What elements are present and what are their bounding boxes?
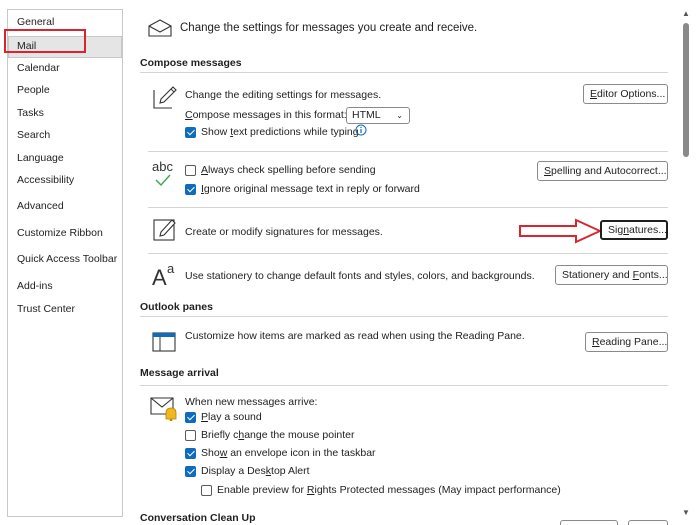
info-icon[interactable] [355,124,367,136]
spell-check-label: Always check spelling before sending [201,164,376,176]
editing-settings-text: Change the editing settings for messages… [185,89,382,101]
sidebar-item-search[interactable]: Search [17,128,50,142]
scroll-up-arrow-icon[interactable]: ▲ [680,9,692,19]
svg-text:A: A [152,265,167,288]
predictions-label: Show text predictions while typing [201,126,359,138]
sidebar-item-accessibility[interactable]: Accessibility [17,173,74,187]
envelope-icon-checkbox[interactable] [185,448,196,459]
pen-edit-icon [153,86,177,109]
spell-check-checkbox[interactable] [185,165,196,176]
sidebar-item-calendar[interactable]: Calendar [17,61,60,75]
scrollbar-thumb[interactable] [683,23,689,157]
section-divider [140,72,668,73]
section-title-outlook-panes: Outlook panes [140,301,213,313]
when-new-messages-text: When new messages arrive: [185,396,318,408]
section-title-message-arrival: Message arrival [140,367,219,379]
sidebar-item-trust-center[interactable]: Trust Center [17,302,75,316]
section-divider [140,385,668,386]
envelope-icon [148,19,172,37]
cleanup-button-partial[interactable] [628,520,668,525]
sidebar-item-tasks[interactable]: Tasks [17,106,44,120]
vertical-scrollbar[interactable]: ▲ ▼ [680,9,692,518]
envelope-icon-label: Show an envelope icon in the taskbar [201,447,376,459]
signature-icon [153,219,176,241]
signature-text: Create or modify signatures for messages… [185,226,383,238]
header-row: Change the settings for messages you cre… [148,16,477,40]
cleanup-button-partial[interactable] [560,520,618,525]
checkmark-icon [155,174,171,186]
mouse-pointer-label: Briefly change the mouse pointer [201,429,355,441]
rights-protected-checkbox[interactable] [201,485,212,496]
mail-options-panel: Change the settings for messages you cre… [130,0,682,525]
rights-protected-label: Enable preview for Rights Protected mess… [217,484,561,496]
svg-text:a: a [167,261,175,276]
stationery-text: Use stationery to change default fonts a… [185,270,535,282]
predictions-checkbox[interactable] [185,127,196,138]
abc-check-icon: abc [152,159,173,174]
scroll-down-arrow-icon[interactable]: ▼ [680,508,692,518]
stationery-icon: A a [152,261,175,288]
format-label-hotkey: C [185,109,193,121]
section-divider [148,207,668,208]
chevron-down-icon: ⌄ [396,111,403,120]
compose-format-select[interactable]: HTML ⌄ [346,107,410,124]
ignore-original-checkbox[interactable] [185,184,196,195]
spelling-autocorrect-button[interactable]: Spelling and Autocorrect... [537,161,668,181]
sidebar-item-language[interactable]: Language [17,151,64,165]
mouse-pointer-checkbox[interactable] [185,430,196,441]
ignore-original-label: Ignore original message text in reply or… [201,183,420,195]
section-title-conversation-cleanup: Conversation Clean Up [140,512,256,524]
envelope-bell-icon [150,397,177,421]
sidebar-item-general[interactable]: General [17,15,54,29]
red-arrow-icon [519,218,602,244]
sidebar-item-people[interactable]: People [17,83,50,97]
format-label-rest: ompose messages in this format: [192,109,347,121]
sidebar-item-add-ins[interactable]: Add-ins [17,279,53,293]
annotation-highlight-box [4,29,86,53]
reading-pane-button[interactable]: Reading Pane... [585,332,668,352]
section-divider [148,253,668,254]
sidebar-item-quick-access-toolbar[interactable]: Quick Access Toolbar [17,252,117,266]
play-sound-checkbox[interactable] [185,412,196,423]
play-sound-label: Play a sound [201,411,262,423]
reading-pane-text: Customize how items are marked as read w… [185,330,525,342]
sidebar-item-customize-ribbon[interactable]: Customize Ribbon [17,226,103,240]
signatures-button[interactable]: Signatures... [600,220,668,240]
format-label: Compose messages in this format: [185,108,347,122]
desktop-alert-label: Display a Desktop Alert [201,465,310,477]
section-divider [148,151,668,152]
editor-options-button[interactable]: Editor Options... [583,84,668,104]
section-divider [140,316,668,317]
desktop-alert-checkbox[interactable] [185,466,196,477]
section-title-compose: Compose messages [140,57,242,69]
header-text: Change the settings for messages you cre… [180,22,478,34]
options-sidebar: General Mail Calendar People Tasks Searc… [7,9,123,517]
compose-format-value: HTML [352,109,381,121]
stationery-fonts-button[interactable]: Stationery and Fonts... [555,265,668,285]
reading-pane-icon [152,332,176,352]
sidebar-item-advanced[interactable]: Advanced [17,199,64,213]
